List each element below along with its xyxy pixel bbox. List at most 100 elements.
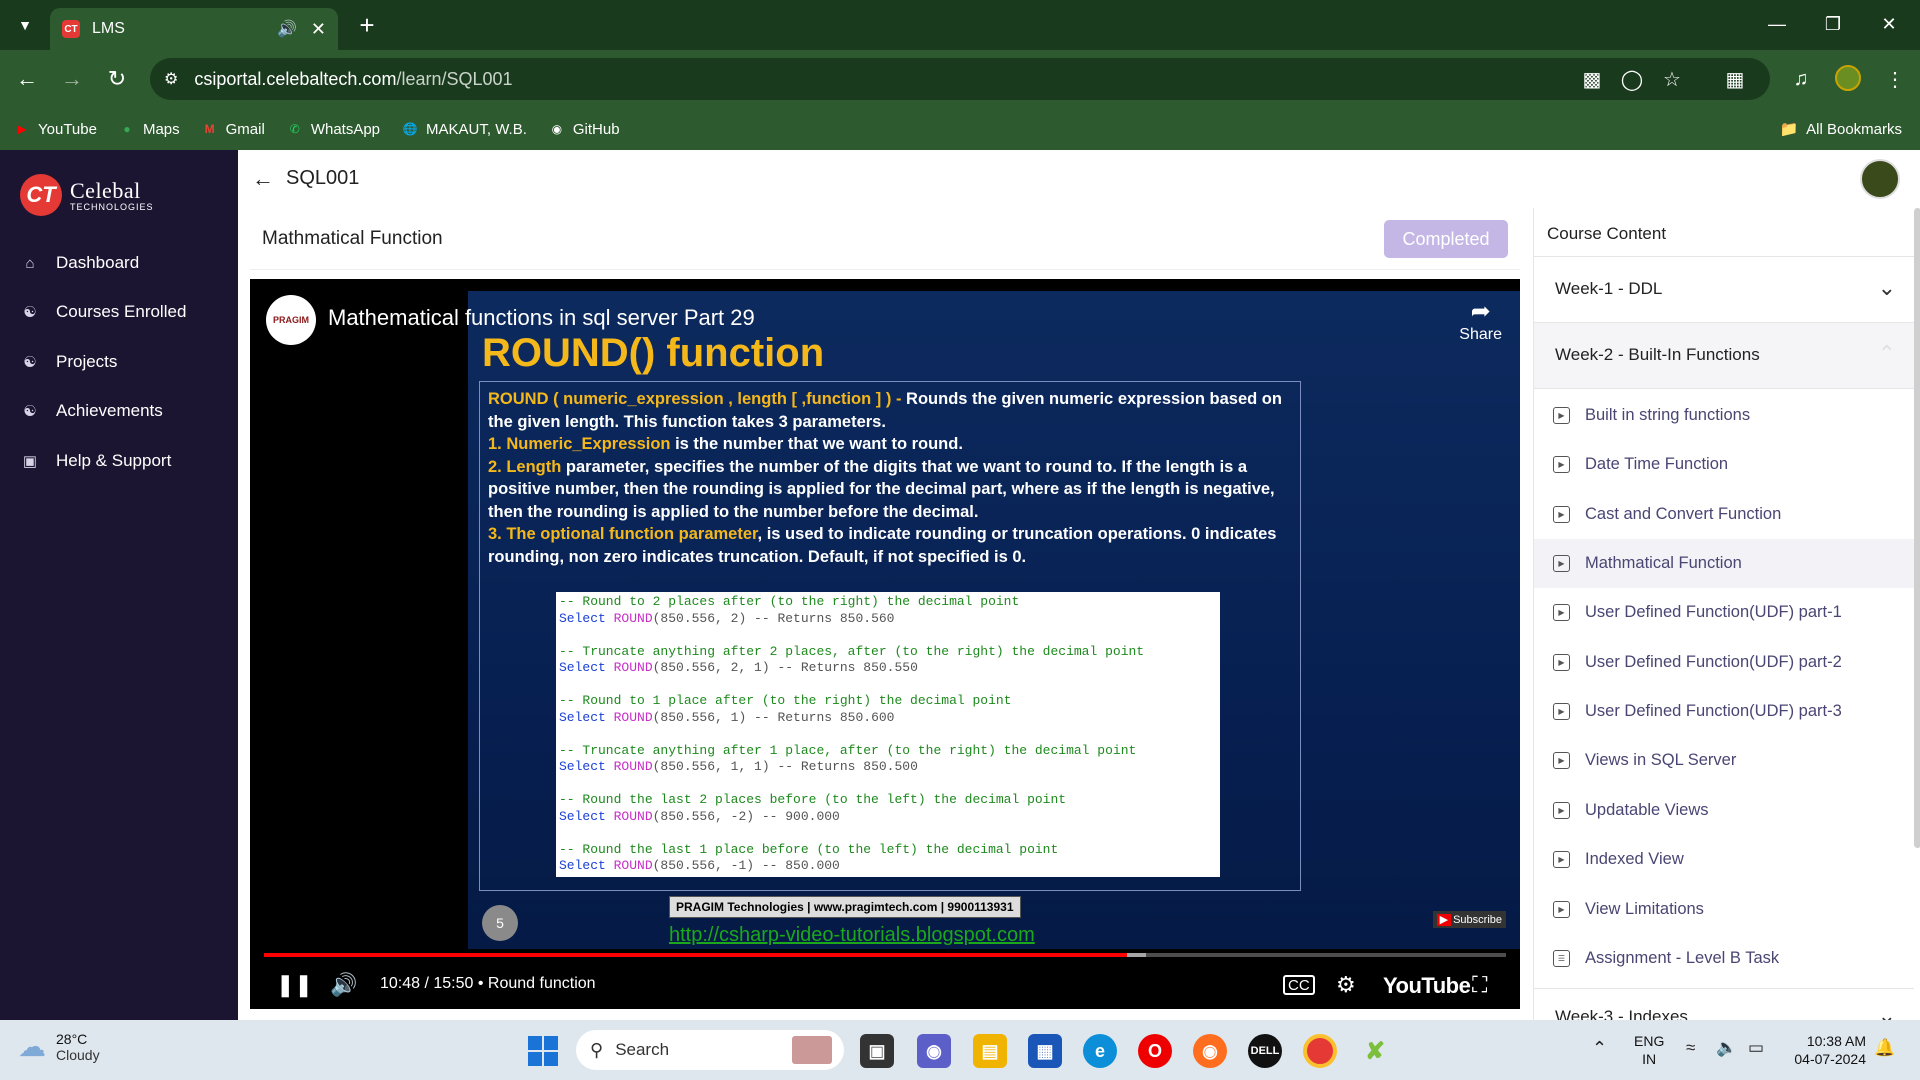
globe-icon: 🌐 bbox=[402, 122, 418, 136]
tab-search-button[interactable]: ▼ bbox=[10, 12, 40, 38]
lesson-item[interactable]: ▶ Cast and Convert Function bbox=[1534, 490, 1914, 539]
more-menu-icon[interactable]: ⋮ bbox=[1880, 64, 1910, 94]
eye-off-icon[interactable]: ◯ bbox=[1617, 64, 1647, 94]
lesson-item[interactable]: ▶ User Defined Function(UDF) part-3 bbox=[1534, 687, 1914, 736]
captions-icon[interactable]: CC bbox=[1283, 975, 1315, 995]
site-info-icon[interactable]: ⚙ bbox=[164, 69, 178, 89]
sidebar-item-courses-enrolled[interactable]: ☯ Courses Enrolled bbox=[20, 302, 186, 322]
close-window-button[interactable]: ✕ bbox=[1869, 8, 1909, 40]
lesson-item[interactable]: ▶ Date Time Function bbox=[1534, 440, 1914, 489]
speaker-icon[interactable]: 🔈 bbox=[1716, 1038, 1737, 1058]
completed-button[interactable]: Completed bbox=[1384, 220, 1508, 258]
bookmark-youtube[interactable]: ▶ YouTube bbox=[14, 121, 97, 138]
forward-button[interactable]: → bbox=[57, 64, 87, 94]
lesson-label: User Defined Function(UDF) part-1 bbox=[1585, 603, 1842, 621]
lesson-item[interactable]: ▶ User Defined Function(UDF) part-1 bbox=[1534, 588, 1914, 637]
tab-close-icon[interactable]: ✕ bbox=[311, 19, 326, 40]
tab-audio-icon[interactable]: 🔊 bbox=[277, 19, 297, 39]
lesson-item[interactable]: ▶ Views in SQL Server bbox=[1534, 736, 1914, 785]
lesson-item[interactable]: ▶ Indexed View bbox=[1534, 835, 1914, 884]
bookmark-gmail[interactable]: M Gmail bbox=[202, 121, 265, 138]
chevron-down-icon: ⌄ bbox=[1877, 275, 1896, 300]
video-icon: ▶ bbox=[1553, 703, 1570, 720]
lesson-item[interactable]: ▶ View Limitations bbox=[1534, 885, 1914, 934]
media-controls-icon[interactable]: ♫ bbox=[1786, 64, 1816, 94]
video-icon: ▶ bbox=[1553, 456, 1570, 473]
lesson-item[interactable]: ▶ Updatable Views bbox=[1534, 786, 1914, 835]
notification-bell-icon[interactable]: 🔔 bbox=[1874, 1038, 1895, 1058]
language-indicator[interactable]: ENG IN bbox=[1634, 1032, 1664, 1068]
new-tab-button[interactable]: + bbox=[352, 10, 382, 40]
lesson-item[interactable]: ☰ Assignment - Level B Task bbox=[1534, 934, 1914, 983]
video-progress-bar[interactable] bbox=[264, 953, 1506, 957]
code-statement-line: Select ROUND(850.556, 2) -- Returns 850.… bbox=[559, 611, 1217, 628]
chat-icon[interactable]: ◉ bbox=[917, 1034, 951, 1068]
bookmark-github[interactable]: ◉ GitHub bbox=[549, 121, 620, 138]
sidebar-item-dashboard[interactable]: ⌂ Dashboard bbox=[20, 253, 139, 273]
minimize-button[interactable]: — bbox=[1757, 8, 1797, 40]
system-clock[interactable]: 10:38 AM 04-07-2024 bbox=[1786, 1032, 1866, 1068]
code-function: ROUND bbox=[613, 858, 653, 873]
chevron-up-icon[interactable]: ⌃ bbox=[1592, 1038, 1607, 1059]
firefox-icon[interactable]: ◉ bbox=[1193, 1034, 1227, 1068]
battery-icon[interactable]: ▭ bbox=[1748, 1038, 1764, 1058]
chrome-icon[interactable] bbox=[1303, 1034, 1337, 1068]
task-view-icon[interactable]: ▣ bbox=[860, 1034, 894, 1068]
scrollbar[interactable] bbox=[1914, 208, 1920, 848]
code-function: ROUND bbox=[613, 759, 653, 774]
store-icon[interactable]: ▦ bbox=[1028, 1034, 1062, 1068]
back-arrow-icon[interactable]: ← bbox=[252, 166, 274, 192]
profile-avatar[interactable] bbox=[1835, 65, 1861, 91]
reload-button[interactable]: ↻ bbox=[102, 64, 132, 94]
lesson-item[interactable]: ▶ User Defined Function(UDF) part-2 bbox=[1534, 638, 1914, 687]
fullscreen-icon[interactable]: ⛶ bbox=[1472, 971, 1487, 999]
extensions-icon[interactable]: ▦ bbox=[1720, 64, 1750, 94]
video-progress-fill bbox=[264, 953, 1128, 957]
pause-button[interactable]: ❚❚ bbox=[276, 971, 313, 999]
bookmark-label: GitHub bbox=[572, 120, 620, 138]
bookmark-maps[interactable]: ● Maps bbox=[119, 121, 179, 138]
browser-tab[interactable]: CT LMS 🔊 ✕ bbox=[50, 8, 338, 50]
snipping-tool-icon[interactable]: ✘ bbox=[1358, 1034, 1392, 1068]
channel-logo[interactable]: PRAGIM bbox=[266, 295, 316, 345]
address-bar[interactable]: ⚙ csiportal.celebaltech.com/learn/SQL001 bbox=[150, 58, 1770, 100]
video-player[interactable]: PRAGIM Mathematical functions in sql ser… bbox=[250, 279, 1520, 1009]
sidebar-item-help-support[interactable]: ▣ Help & Support bbox=[20, 451, 171, 471]
share-button[interactable]: ➦ Share bbox=[1459, 297, 1502, 344]
week-1-accordion[interactable]: Week-1 - DDL ⌄ bbox=[1534, 257, 1914, 323]
file-explorer-icon[interactable]: ▤ bbox=[973, 1034, 1007, 1068]
video-title[interactable]: Mathematical functions in sql server Par… bbox=[328, 305, 755, 331]
week-3-accordion[interactable]: Week-3 - Indexes ⌄ bbox=[1534, 988, 1914, 1020]
install-app-icon[interactable]: ▩ bbox=[1577, 64, 1607, 94]
lesson-title: Mathmatical Function bbox=[262, 228, 443, 249]
sidebar-item-achievements[interactable]: ☯ Achievements bbox=[20, 401, 163, 421]
dell-icon[interactable]: DELL bbox=[1248, 1034, 1282, 1068]
all-bookmarks-button[interactable]: 📁 All Bookmarks bbox=[1779, 120, 1902, 139]
weather-widget[interactable]: ☁ 28°C Cloudy bbox=[18, 1030, 100, 1063]
slide-text: ROUND ( numeric_expression , length [ ,f… bbox=[488, 388, 1293, 568]
celebal-logo[interactable]: CT Celebal TECHNOLOGIES bbox=[20, 174, 154, 216]
volume-icon[interactable]: 🔊 bbox=[330, 971, 357, 999]
avatar[interactable] bbox=[1860, 159, 1900, 199]
bookmark-makaut[interactable]: 🌐 MAKAUT, W.B. bbox=[402, 121, 527, 138]
lesson-item-active[interactable]: ▶ Mathmatical Function bbox=[1534, 539, 1914, 588]
lesson-item[interactable]: ▶ Built in string functions bbox=[1534, 391, 1914, 440]
edge-icon[interactable]: e bbox=[1083, 1034, 1117, 1068]
subscribe-watermark[interactable]: ▶ Subscribe bbox=[1432, 911, 1506, 928]
youtube-logo[interactable]: YouTube bbox=[1383, 973, 1471, 999]
restore-button[interactable]: ❐ bbox=[1813, 8, 1853, 40]
back-button[interactable]: ← bbox=[12, 64, 42, 94]
bookmark-star-icon[interactable]: ☆ bbox=[1657, 64, 1687, 94]
opera-icon[interactable]: O bbox=[1138, 1034, 1172, 1068]
sidebar-item-projects[interactable]: ☯ Projects bbox=[20, 352, 117, 372]
bookmark-whatsapp[interactable]: ✆ WhatsApp bbox=[287, 121, 380, 138]
video-chapter[interactable]: Round function bbox=[488, 975, 596, 992]
taskbar-search[interactable]: ⚲ Search bbox=[576, 1030, 844, 1070]
code-statement-line: Select ROUND(850.556, 1) -- Returns 850.… bbox=[559, 710, 1217, 727]
settings-gear-icon[interactable]: ⚙ bbox=[1336, 971, 1356, 999]
start-button[interactable] bbox=[528, 1036, 558, 1066]
wifi-icon[interactable]: ≈ bbox=[1686, 1038, 1695, 1058]
code-comment-line: -- Round to 2 places after (to the right… bbox=[559, 594, 1020, 609]
video-icon: ▶ bbox=[1553, 901, 1570, 918]
week-2-accordion[interactable]: Week-2 - Built-In Functions ⌃ bbox=[1534, 323, 1914, 389]
